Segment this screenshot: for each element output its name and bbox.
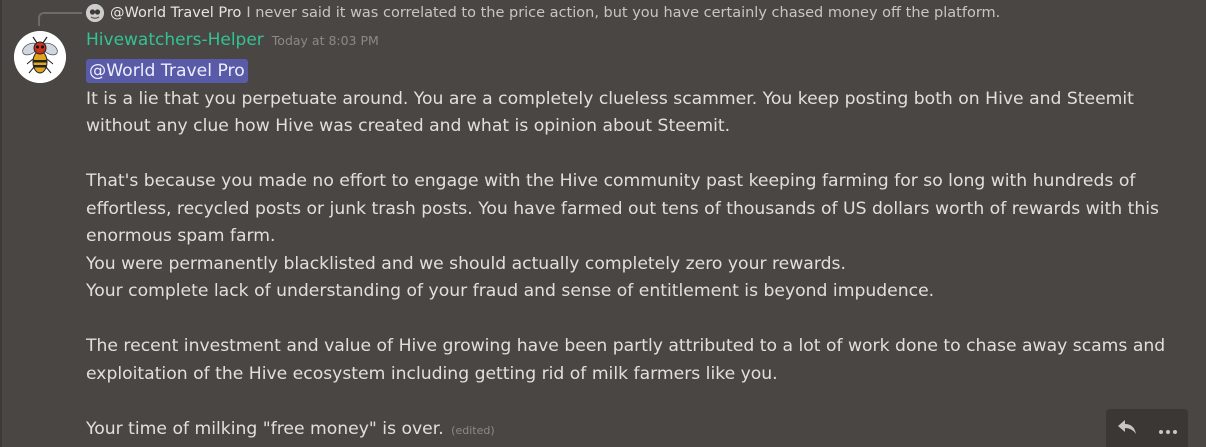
message-body: @World Travel Pro It is a lie that you p… [86, 58, 1166, 444]
message-paragraph: That's because you made no effort to eng… [86, 171, 1159, 246]
replied-message-reference[interactable]: @World Travel Pro I never said it was co… [86, 2, 1000, 24]
message-paragraph: You were permanently blacklisted and we … [86, 253, 846, 274]
message-header: Hivewatchers-Helper Today at 8:03 PM [86, 30, 379, 54]
replied-message-text[interactable]: I never said it was correlated to the pr… [246, 5, 1000, 21]
author-name[interactable]: Hivewatchers-Helper [86, 30, 264, 50]
user-mention[interactable]: @World Travel Pro [86, 59, 248, 83]
message-paragraph: Your complete lack of understanding of y… [86, 281, 935, 301]
message-paragraph: It is a lie that you perpetuate around. … [86, 88, 1134, 137]
more-options-button[interactable] [1153, 414, 1183, 444]
replied-author-name[interactable]: @World Travel Pro [110, 5, 241, 21]
reply-connector-line [38, 12, 82, 26]
chat-message-container: @World Travel Pro I never said it was co… [0, 0, 1206, 447]
message-paragraph: The recent investment and value of Hive … [86, 336, 1166, 384]
message-action-bar [1106, 409, 1188, 447]
message-paragraph: Your time of milking "free money" is ove… [86, 418, 444, 439]
user-avatar-icon[interactable] [86, 4, 104, 22]
message-last-line: Your time of milking "free money" is ove… [86, 416, 1166, 445]
reply-button[interactable] [1112, 414, 1142, 444]
message-timestamp[interactable]: Today at 8:03 PM [272, 33, 379, 48]
hornet-avatar-icon[interactable] [14, 31, 66, 83]
more-options-icon [1158, 420, 1178, 439]
reply-icon [1117, 418, 1137, 440]
edited-label: (edited) [451, 423, 495, 437]
